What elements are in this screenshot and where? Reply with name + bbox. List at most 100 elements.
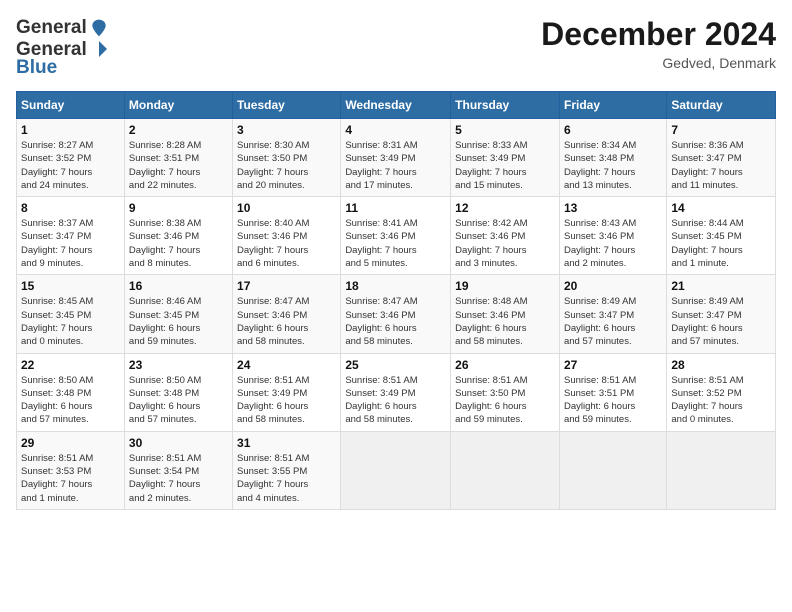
day-number: 27 — [564, 358, 662, 372]
calendar-cell: 31 Sunrise: 8:51 AM Sunset: 3:55 PM Dayli… — [233, 431, 341, 509]
calendar-header-row: SundayMondayTuesdayWednesdayThursdayFrid… — [17, 92, 776, 119]
calendar-cell: 28 Sunrise: 8:51 AM Sunset: 3:52 PM Dayli… — [667, 353, 776, 431]
day-number: 14 — [671, 201, 771, 215]
calendar-cell: 12 Sunrise: 8:42 AM Sunset: 3:46 PM Dayli… — [451, 197, 560, 275]
calendar-week-4: 22Sunrise: 8:50 AM Sunset: 3:48 PM Dayli… — [17, 353, 776, 431]
calendar-week-1: 1 Sunrise: 8:27 AM Sunset: 3:52 PM Daylig… — [17, 119, 776, 197]
logo-icon — [89, 18, 109, 38]
day-info: Sunrise: 8:30 AM Sunset: 3:50 PM Dayligh… — [237, 139, 336, 192]
calendar-cell: 19 Sunrise: 8:48 AM Sunset: 3:46 PM Dayli… — [451, 275, 560, 353]
day-info: Sunrise: 8:50 AM Sunset: 3:48 PM Dayligh… — [21, 374, 120, 427]
day-number: 3 — [237, 123, 336, 137]
calendar-table: SundayMondayTuesdayWednesdayThursdayFrid… — [16, 91, 776, 510]
day-number: 5 — [455, 123, 555, 137]
calendar-week-5: 29Sunrise: 8:51 AM Sunset: 3:53 PM Dayli… — [17, 431, 776, 509]
calendar-cell: 25 Sunrise: 8:51 AM Sunset: 3:49 PM Dayli… — [341, 353, 451, 431]
calendar-cell: 13 Sunrise: 8:43 AM Sunset: 3:46 PM Dayli… — [559, 197, 666, 275]
day-number: 23 — [129, 358, 228, 372]
day-info: Sunrise: 8:44 AM Sunset: 3:45 PM Dayligh… — [671, 217, 771, 270]
day-info: Sunrise: 8:37 AM Sunset: 3:47 PM Dayligh… — [21, 217, 120, 270]
title-block: December 2024 Gedved, Denmark — [541, 16, 776, 71]
day-info: Sunrise: 8:49 AM Sunset: 3:47 PM Dayligh… — [671, 295, 771, 348]
day-info: Sunrise: 8:45 AM Sunset: 3:45 PM Dayligh… — [21, 295, 120, 348]
day-number: 8 — [21, 201, 120, 215]
weekday-header-tuesday: Tuesday — [233, 92, 341, 119]
calendar-cell: 10Sunrise: 8:40 AM Sunset: 3:46 PM Dayli… — [233, 197, 341, 275]
day-info: Sunrise: 8:47 AM Sunset: 3:46 PM Dayligh… — [345, 295, 446, 348]
day-info: Sunrise: 8:51 AM Sunset: 3:54 PM Dayligh… — [129, 452, 228, 505]
logo-flag-icon — [89, 39, 109, 59]
day-info: Sunrise: 8:51 AM Sunset: 3:52 PM Dayligh… — [671, 374, 771, 427]
calendar-cell: 9 Sunrise: 8:38 AM Sunset: 3:46 PM Daylig… — [124, 197, 232, 275]
calendar-cell: 21 Sunrise: 8:49 AM Sunset: 3:47 PM Dayli… — [667, 275, 776, 353]
day-number: 6 — [564, 123, 662, 137]
day-number: 7 — [671, 123, 771, 137]
calendar-cell: 14 Sunrise: 8:44 AM Sunset: 3:45 PM Dayli… — [667, 197, 776, 275]
day-number: 15 — [21, 279, 120, 293]
day-number: 12 — [455, 201, 555, 215]
calendar-week-2: 8 Sunrise: 8:37 AM Sunset: 3:47 PM Daylig… — [17, 197, 776, 275]
day-info: Sunrise: 8:51 AM Sunset: 3:49 PM Dayligh… — [237, 374, 336, 427]
day-number: 30 — [129, 436, 228, 450]
day-info: Sunrise: 8:51 AM Sunset: 3:51 PM Dayligh… — [564, 374, 662, 427]
day-number: 21 — [671, 279, 771, 293]
calendar-cell: 30 Sunrise: 8:51 AM Sunset: 3:54 PM Dayli… — [124, 431, 232, 509]
day-number: 25 — [345, 358, 446, 372]
page-header: General General Blue December 2024 Gedve… — [16, 16, 776, 79]
day-number: 28 — [671, 358, 771, 372]
calendar-cell — [451, 431, 560, 509]
calendar-week-3: 15 Sunrise: 8:45 AM Sunset: 3:45 PM Dayli… — [17, 275, 776, 353]
month-title: December 2024 — [541, 16, 776, 53]
day-info: Sunrise: 8:28 AM Sunset: 3:51 PM Dayligh… — [129, 139, 228, 192]
day-number: 26 — [455, 358, 555, 372]
logo-blue-text: Blue — [16, 57, 57, 79]
day-info: Sunrise: 8:36 AM Sunset: 3:47 PM Dayligh… — [671, 139, 771, 192]
day-info: Sunrise: 8:51 AM Sunset: 3:55 PM Dayligh… — [237, 452, 336, 505]
weekday-header-sunday: Sunday — [17, 92, 125, 119]
calendar-cell: 3 Sunrise: 8:30 AM Sunset: 3:50 PM Daylig… — [233, 119, 341, 197]
calendar-cell: 20 Sunrise: 8:49 AM Sunset: 3:47 PM Dayli… — [559, 275, 666, 353]
day-info: Sunrise: 8:51 AM Sunset: 3:50 PM Dayligh… — [455, 374, 555, 427]
day-info: Sunrise: 8:38 AM Sunset: 3:46 PM Dayligh… — [129, 217, 228, 270]
calendar-cell: 17Sunrise: 8:47 AM Sunset: 3:46 PM Dayli… — [233, 275, 341, 353]
day-info: Sunrise: 8:47 AM Sunset: 3:46 PM Dayligh… — [237, 295, 336, 348]
calendar-cell: 29Sunrise: 8:51 AM Sunset: 3:53 PM Dayli… — [17, 431, 125, 509]
day-number: 10 — [237, 201, 336, 215]
day-number: 24 — [237, 358, 336, 372]
calendar-cell: 16Sunrise: 8:46 AM Sunset: 3:45 PM Dayli… — [124, 275, 232, 353]
day-info: Sunrise: 8:31 AM Sunset: 3:49 PM Dayligh… — [345, 139, 446, 192]
day-number: 13 — [564, 201, 662, 215]
calendar-cell: 2 Sunrise: 8:28 AM Sunset: 3:51 PM Daylig… — [124, 119, 232, 197]
day-info: Sunrise: 8:33 AM Sunset: 3:49 PM Dayligh… — [455, 139, 555, 192]
calendar-cell: 1 Sunrise: 8:27 AM Sunset: 3:52 PM Daylig… — [17, 119, 125, 197]
day-number: 1 — [21, 123, 120, 137]
calendar-cell — [667, 431, 776, 509]
day-number: 19 — [455, 279, 555, 293]
calendar-cell: 15 Sunrise: 8:45 AM Sunset: 3:45 PM Dayli… — [17, 275, 125, 353]
day-info: Sunrise: 8:27 AM Sunset: 3:52 PM Dayligh… — [21, 139, 120, 192]
day-number: 16 — [129, 279, 228, 293]
day-info: Sunrise: 8:48 AM Sunset: 3:46 PM Dayligh… — [455, 295, 555, 348]
location-subtitle: Gedved, Denmark — [541, 55, 776, 71]
logo-general: General — [16, 17, 87, 39]
calendar-cell — [559, 431, 666, 509]
day-number: 31 — [237, 436, 336, 450]
calendar-cell: 5 Sunrise: 8:33 AM Sunset: 3:49 PM Daylig… — [451, 119, 560, 197]
day-info: Sunrise: 8:43 AM Sunset: 3:46 PM Dayligh… — [564, 217, 662, 270]
calendar-cell: 8 Sunrise: 8:37 AM Sunset: 3:47 PM Daylig… — [17, 197, 125, 275]
calendar-cell: 7 Sunrise: 8:36 AM Sunset: 3:47 PM Daylig… — [667, 119, 776, 197]
day-info: Sunrise: 8:49 AM Sunset: 3:47 PM Dayligh… — [564, 295, 662, 348]
day-info: Sunrise: 8:42 AM Sunset: 3:46 PM Dayligh… — [455, 217, 555, 270]
day-number: 9 — [129, 201, 228, 215]
day-number: 2 — [129, 123, 228, 137]
calendar-cell: 26 Sunrise: 8:51 AM Sunset: 3:50 PM Dayli… — [451, 353, 560, 431]
day-info: Sunrise: 8:41 AM Sunset: 3:46 PM Dayligh… — [345, 217, 446, 270]
calendar-cell: 11Sunrise: 8:41 AM Sunset: 3:46 PM Dayli… — [341, 197, 451, 275]
day-number: 20 — [564, 279, 662, 293]
calendar-cell: 22Sunrise: 8:50 AM Sunset: 3:48 PM Dayli… — [17, 353, 125, 431]
day-number: 4 — [345, 123, 446, 137]
weekday-header-thursday: Thursday — [451, 92, 560, 119]
day-number: 29 — [21, 436, 120, 450]
calendar-cell: 23Sunrise: 8:50 AM Sunset: 3:48 PM Dayli… — [124, 353, 232, 431]
day-info: Sunrise: 8:51 AM Sunset: 3:49 PM Dayligh… — [345, 374, 446, 427]
